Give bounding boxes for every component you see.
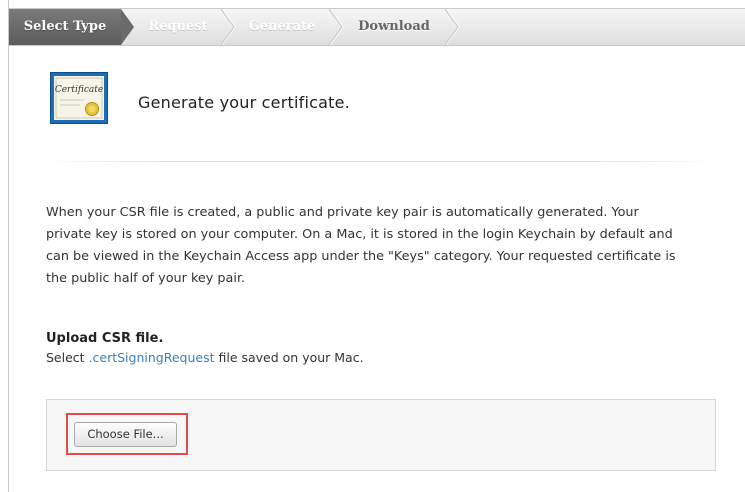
upload-instructions-prefix: Select — [46, 350, 89, 365]
step-label: Generate — [248, 19, 316, 34]
upload-section-title: Upload CSR file. — [46, 331, 164, 346]
step-download[interactable]: Download — [345, 9, 443, 45]
step-label: Select Type — [23, 19, 107, 34]
divider — [40, 161, 720, 162]
description-paragraph: When your CSR file is created, a public … — [46, 205, 676, 286]
step-select-type[interactable]: Select Type — [9, 9, 134, 45]
certificate-icon: Certificate — [50, 72, 108, 124]
chevron-separator-icon — [445, 9, 460, 45]
breadcrumb: Select Type Request Generate Download — [8, 8, 745, 46]
file-type-link: .certSigningRequest — [88, 350, 215, 365]
upload-instructions: Select .certSigningRequest file saved on… — [46, 350, 364, 365]
chevron-separator-icon — [329, 9, 344, 45]
chevron-separator-icon — [221, 9, 236, 45]
step-request[interactable]: Request — [137, 9, 219, 45]
step-generate[interactable]: Generate — [237, 9, 327, 45]
choose-file-button[interactable]: Choose File... — [74, 422, 177, 447]
svg-text:Certificate: Certificate — [55, 85, 103, 95]
step-label: Download — [358, 19, 430, 34]
step-label: Request — [148, 19, 208, 34]
page-title: Generate your certificate. — [138, 93, 350, 112]
upload-instructions-suffix: file saved on your Mac. — [214, 350, 364, 365]
